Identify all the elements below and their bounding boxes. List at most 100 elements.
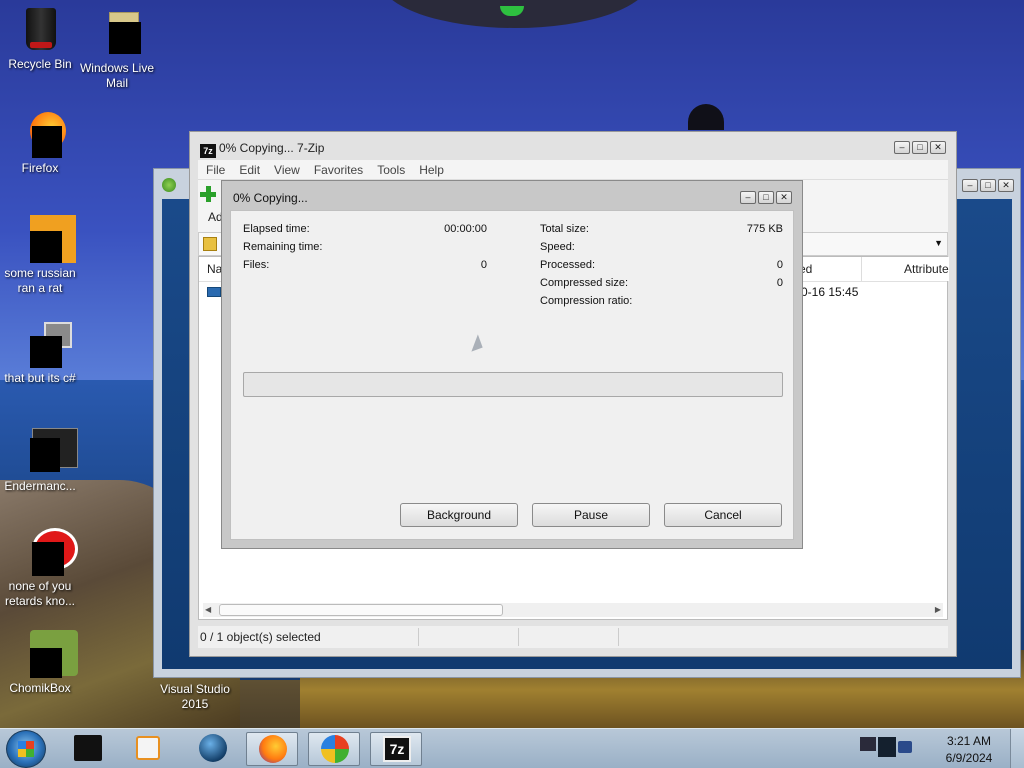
processed-label: Processed: [540, 259, 596, 271]
mail-app-icon [162, 178, 176, 192]
7zip-icon: 7z [200, 144, 216, 158]
desktop-icon-chomikbox[interactable]: ChomikBox [0, 630, 80, 696]
total-size-value: 775 KB [746, 223, 783, 235]
close-icon[interactable]: ✕ [776, 191, 792, 204]
add-icon[interactable] [200, 186, 216, 202]
folder-stack-icon [16, 320, 72, 368]
volume-icon[interactable] [898, 741, 912, 753]
desktop-icon-label: none of you retards kno... [4, 579, 76, 608]
desktop-icon-label: some russian ran a rat [4, 266, 76, 295]
mouse-cursor-icon [455, 334, 483, 356]
red-circle-icon [16, 528, 78, 576]
clock-time: 3:21 AM [946, 734, 992, 748]
zip-window-title: 7z 0% Copying... 7-Zip [200, 141, 324, 158]
column-header-attributes[interactable]: Attribute [861, 257, 949, 281]
desktop-icon-label: that but its c# [4, 371, 76, 385]
wallpaper-lighthouse [688, 104, 724, 130]
scroll-right-icon[interactable]: ▶ [935, 605, 941, 614]
cancel-button[interactable]: Cancel [664, 503, 782, 527]
menu-view[interactable]: View [274, 163, 300, 177]
status-divider [518, 628, 519, 646]
total-size-label: Total size: [540, 223, 589, 235]
compression-ratio-label: Compression ratio: [540, 295, 633, 307]
scrollbar-thumb[interactable] [219, 604, 503, 616]
copy-progress-dialog[interactable]: 0% Copying... – □ ✕ Elapsed time: Remain… [221, 180, 803, 549]
maximize-icon[interactable]: □ [912, 141, 928, 154]
desktop-icon-visual-studio[interactable]: Visual Studio 2015 [155, 682, 235, 712]
firefox-icon [259, 735, 287, 763]
status-divider [618, 628, 619, 646]
desktop-icon-windows-live-mail[interactable]: Windows Live Mail [77, 10, 157, 91]
up-folder-icon[interactable] [203, 237, 217, 251]
background-window-controls: – □ ✕ [962, 179, 1014, 192]
background-button[interactable]: Background [400, 503, 518, 527]
desktop-icon-recycle-bin[interactable]: Recycle Bin [0, 6, 80, 72]
tray-app-icon[interactable] [860, 737, 876, 751]
close-icon[interactable]: ✕ [930, 141, 946, 154]
desktop-icon-that-but-its-csharp[interactable]: that but its c# [0, 320, 80, 386]
zip-window-controls: – □ ✕ [894, 141, 946, 154]
network-icon[interactable] [878, 737, 896, 757]
compression-ratio-value [683, 293, 783, 309]
java-icon [16, 215, 76, 263]
minimize-icon[interactable]: – [962, 179, 978, 192]
files-label: Files: [243, 259, 270, 271]
menu-file[interactable]: File [206, 163, 225, 177]
app-icon [74, 735, 102, 761]
chomikbox-icon [16, 630, 78, 678]
compressed-size-label: Compressed size: [540, 277, 629, 289]
speed-label: Speed: [540, 241, 575, 253]
menu-favorites[interactable]: Favorites [314, 163, 363, 177]
recycle-bin-icon [16, 6, 64, 54]
row-modified: 0-16 15:45 [801, 285, 859, 299]
desktop-icon-label: ChomikBox [9, 681, 71, 695]
pause-button[interactable]: Pause [532, 503, 650, 527]
menu-bar: File Edit View Favorites Tools Help [198, 160, 948, 180]
zip-window-title-text: 0% Copying... 7-Zip [219, 141, 325, 155]
desktop-icon-label: Windows Live Mail [79, 61, 155, 90]
minimize-icon[interactable]: – [740, 191, 756, 204]
dialog-body: Elapsed time: Remaining time: Files: 00:… [230, 210, 794, 540]
menu-tools[interactable]: Tools [377, 163, 405, 177]
7zip-icon: 7z [383, 736, 411, 762]
desktop-icon-label: Visual Studio 2015 [160, 682, 230, 711]
close-icon[interactable]: ✕ [998, 179, 1014, 192]
taskbar-app-globe[interactable] [186, 732, 238, 766]
windows-orb-icon [321, 735, 349, 763]
horizontal-scrollbar[interactable]: ◀ ▶ [203, 603, 943, 617]
taskbar-app-firefox[interactable] [246, 732, 298, 766]
firefox-icon [16, 110, 66, 158]
desktop-icon-label: Recycle Bin [8, 57, 72, 71]
desktop-icon-none-of-you[interactable]: none of you retards kno... [0, 528, 80, 609]
media-player-icon [136, 736, 160, 760]
elapsed-time-label: Elapsed time: [243, 223, 310, 235]
taskbar-app-media-player[interactable] [122, 732, 174, 766]
windows-logo-icon [18, 741, 34, 757]
menu-edit[interactable]: Edit [239, 163, 260, 177]
clock[interactable]: 3:21 AM 6/9/2024 [936, 733, 1002, 767]
remaining-time-label: Remaining time: [243, 241, 323, 253]
desktop-icon-firefox[interactable]: Firefox [0, 110, 80, 176]
minimize-icon[interactable]: – [894, 141, 910, 154]
show-desktop-button[interactable] [1010, 729, 1024, 768]
desktop-icon-endermanch[interactable]: Endermanc... [0, 428, 80, 494]
taskbar-app-windows-live-mail[interactable] [308, 732, 360, 766]
maximize-icon[interactable]: □ [980, 179, 996, 192]
speed-value [683, 239, 783, 255]
taskbar-app-7zip[interactable]: 7z [370, 732, 422, 766]
processed-value: 0 [776, 259, 783, 271]
maximize-icon[interactable]: □ [758, 191, 774, 204]
taskbar: 7z 3:21 AM 6/9/2024 [0, 728, 1024, 768]
taskbar-app-generic[interactable] [62, 732, 114, 766]
clock-date: 6/9/2024 [945, 751, 993, 765]
menu-help[interactable]: Help [419, 163, 444, 177]
start-button[interactable] [6, 730, 46, 768]
chevron-down-icon[interactable]: ▼ [934, 238, 943, 248]
files-value: 0 [480, 259, 487, 271]
application-icon [16, 428, 78, 476]
compressed-size-value: 0 [776, 277, 783, 289]
desktop-icon-some-russian-ran-a-rat[interactable]: some russian ran a rat [0, 215, 80, 296]
status-divider [418, 628, 419, 646]
scroll-left-icon[interactable]: ◀ [205, 605, 211, 614]
dialog-window-controls: – □ ✕ [740, 191, 792, 204]
